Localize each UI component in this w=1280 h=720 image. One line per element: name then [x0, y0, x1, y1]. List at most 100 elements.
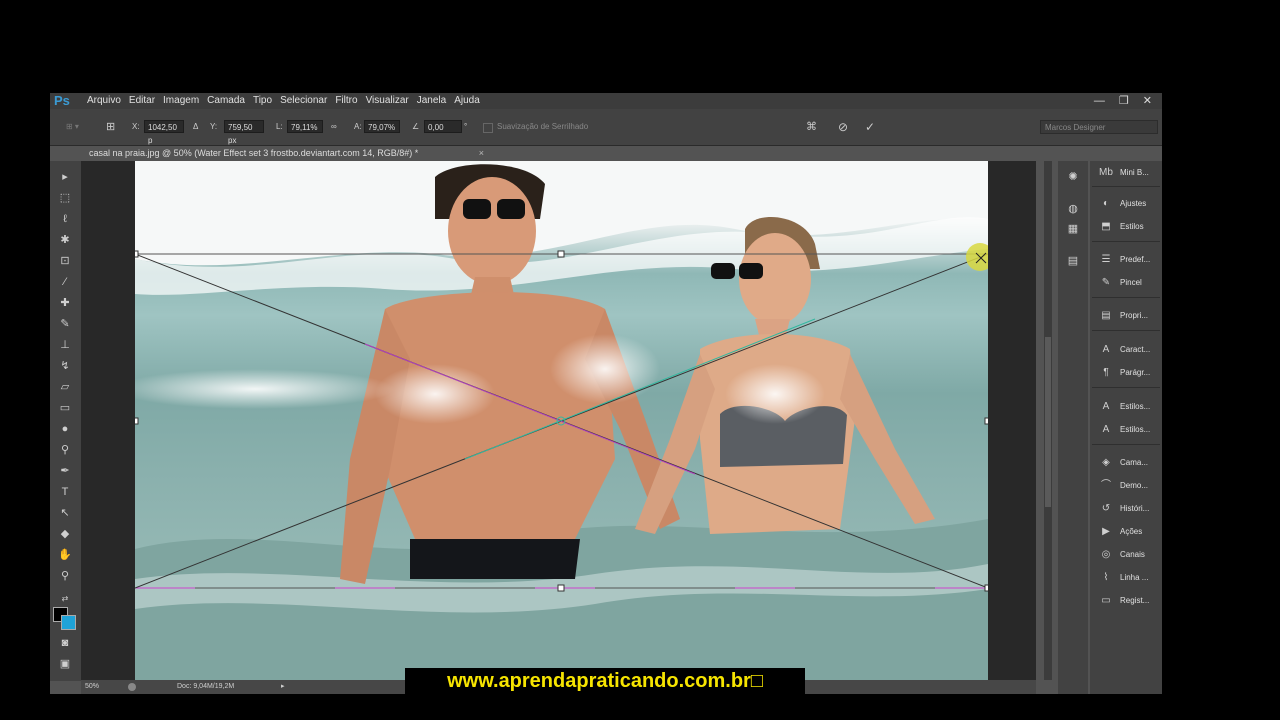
stamp-tool-icon[interactable]: ⊥: [56, 337, 74, 353]
dodge-tool-icon[interactable]: ⚲: [56, 442, 74, 458]
cancel-transform-icon[interactable]: ⊘: [838, 120, 848, 134]
type-tool-icon[interactable]: T: [56, 484, 74, 500]
menu-selecionar[interactable]: Selecionar: [280, 93, 333, 109]
height-field[interactable]: 79,07%: [364, 120, 400, 133]
panel-properties[interactable]: ▤ Propri...: [1090, 306, 1162, 326]
zoom-level[interactable]: 50%: [85, 680, 99, 694]
swap-colors-icon[interactable]: ⇄: [56, 591, 74, 607]
panels-dock: Mb Mini B... ◐ Ajustes ⬒ Estilos ☰ Prede…: [1090, 161, 1162, 694]
crop-tool-icon[interactable]: ⊡: [56, 253, 74, 269]
swatches-panel-icon[interactable]: ▦: [1065, 221, 1081, 237]
zoom-tool-icon[interactable]: ⚲: [56, 568, 74, 584]
y-label: Y:: [210, 122, 218, 131]
close-window-button[interactable]: ✕: [1143, 93, 1152, 109]
pen-tool-icon[interactable]: ✒: [56, 463, 74, 479]
tools-panel: ▸ ⬚ ℓ ✱ ⊡ ⁄ ✚ ✎ ⊥ ↯ ▱ ▭ ● ⚲ ✒ T ↖ ◆ ✋ ⚲ …: [50, 161, 81, 681]
shape-tool-icon[interactable]: ◆: [56, 526, 74, 542]
color-panel-icon[interactable]: ◍: [1065, 201, 1081, 217]
menu-filtro[interactable]: Filtro: [335, 93, 363, 109]
warp-icon[interactable]: ⌘: [806, 120, 817, 134]
history-brush-tool-icon[interactable]: ↯: [56, 358, 74, 374]
panel-brush-presets[interactable]: ☰ Predef...: [1090, 250, 1162, 270]
gradient-tool-icon[interactable]: ▭: [56, 400, 74, 416]
menu-imagem[interactable]: Imagem: [163, 93, 205, 109]
menu-tipo[interactable]: Tipo: [253, 93, 278, 109]
panel-layers[interactable]: ◈ Cama...: [1090, 453, 1162, 473]
options-bar: ⊞ ▾ ⊞ X: 1042,50 p Δ Y: 759,50 px L: 79,…: [50, 109, 1162, 146]
history-icon: ↺: [1101, 503, 1111, 514]
reference-point-icon[interactable]: ⊞: [106, 120, 115, 134]
character-icon: A: [1102, 344, 1110, 355]
panel-paths[interactable]: ⌒ Demo...: [1090, 476, 1162, 496]
healing-tool-icon[interactable]: ✚: [56, 295, 74, 311]
vertical-scrollbar[interactable]: [1044, 161, 1052, 680]
eraser-tool-icon[interactable]: ▱: [56, 379, 74, 395]
transform-preset-icon[interactable]: ⊞ ▾: [66, 120, 79, 134]
panel-adjustments[interactable]: ◐ Ajustes: [1090, 194, 1162, 214]
close-tab-icon[interactable]: ×: [479, 146, 484, 160]
status-info-icon[interactable]: [128, 683, 136, 691]
delta-icon[interactable]: Δ: [193, 120, 198, 134]
panel-mini-bridge[interactable]: Mb Mini B...: [1090, 163, 1162, 183]
menu-ajuda[interactable]: Ajuda: [454, 93, 486, 109]
panel-character[interactable]: A Caract...: [1090, 340, 1162, 360]
panel-brush[interactable]: ✎ Pincel: [1090, 273, 1162, 293]
canvas-area[interactable]: [81, 161, 1036, 680]
hand-tool-icon[interactable]: ✋: [56, 547, 74, 563]
y-field[interactable]: 759,50 px: [224, 120, 264, 145]
minimize-button[interactable]: —: [1094, 93, 1105, 109]
library-panel-icon[interactable]: ▤: [1065, 253, 1081, 269]
angle-field[interactable]: 0,00: [424, 120, 462, 133]
x-field[interactable]: 1042,50 p: [144, 120, 184, 145]
panel-paragraph-styles[interactable]: A Estilos...: [1090, 397, 1162, 417]
scrollbar-thumb[interactable]: [1045, 337, 1051, 507]
path-selection-tool-icon[interactable]: ↖: [56, 505, 74, 521]
brush-tool-icon[interactable]: ✎: [56, 316, 74, 332]
mini-bridge-icon: Mb: [1099, 167, 1113, 178]
blur-tool-icon[interactable]: ●: [56, 421, 74, 437]
photo-canvas[interactable]: [135, 161, 988, 680]
ps-logo: Ps: [54, 93, 70, 108]
marquee-tool-icon[interactable]: ⬚: [56, 190, 74, 206]
antialias-checkbox[interactable]: [483, 123, 493, 133]
commit-transform-icon[interactable]: ✓: [865, 120, 875, 134]
quick-mask-icon[interactable]: ◙: [56, 635, 74, 651]
timeline-icon: ⌇: [1103, 572, 1109, 583]
menu-visualizar[interactable]: Visualizar: [366, 93, 415, 109]
panel-timeline[interactable]: ⌇ Linha ...: [1090, 568, 1162, 588]
panel-actions[interactable]: ▶ Ações: [1090, 522, 1162, 542]
link-icon[interactable]: ∞: [331, 120, 337, 134]
lasso-tool-icon[interactable]: ℓ: [56, 211, 74, 227]
paragraph-icon: ¶: [1103, 367, 1109, 378]
properties-icon: ▤: [1101, 310, 1111, 321]
panel-styles[interactable]: ⬒ Estilos: [1090, 217, 1162, 237]
background-color-swatch[interactable]: [61, 615, 76, 630]
menu-editar[interactable]: Editar: [129, 93, 161, 109]
panel-measurement-log[interactable]: ▭ Regist...: [1090, 591, 1162, 611]
restore-button[interactable]: ❐: [1119, 93, 1129, 109]
panel-character-styles[interactable]: A Estilos...: [1090, 420, 1162, 440]
status-menu-arrow-icon[interactable]: ▸: [281, 680, 285, 694]
menu: Arquivo Editar Imagem Camada Tipo Seleci…: [87, 93, 488, 109]
width-field[interactable]: 79,11%: [287, 120, 323, 133]
panel-channels[interactable]: ◎ Canais: [1090, 545, 1162, 565]
menu-janela[interactable]: Janela: [417, 93, 452, 109]
move-tool-icon[interactable]: ▸: [56, 169, 74, 185]
document-tab[interactable]: casal na praia.jpg @ 50% (Water Effect s…: [82, 146, 492, 160]
menu-arquivo[interactable]: Arquivo: [87, 93, 127, 109]
window-controls: — ❐ ✕: [1094, 93, 1152, 109]
beach-couple-image: [135, 161, 988, 680]
paragraph-styles-icon: A: [1102, 401, 1110, 412]
brush-presets-icon: ☰: [1101, 254, 1111, 265]
magic-wand-tool-icon[interactable]: ✱: [56, 232, 74, 248]
adjustments-icon: ◐: [1102, 198, 1110, 209]
actions-icon: ▶: [1102, 526, 1110, 537]
measurement-log-icon: ▭: [1101, 595, 1111, 606]
workspace-select[interactable]: Marcos Designer: [1040, 120, 1158, 134]
panel-paragraph[interactable]: ¶ Parágr...: [1090, 363, 1162, 383]
panel-settings-icon[interactable]: ✺: [1065, 169, 1081, 185]
screen-mode-icon[interactable]: ▣: [56, 656, 74, 672]
panel-history[interactable]: ↺ Históri...: [1090, 499, 1162, 519]
eyedropper-tool-icon[interactable]: ⁄: [56, 274, 74, 290]
menu-camada[interactable]: Camada: [207, 93, 251, 109]
